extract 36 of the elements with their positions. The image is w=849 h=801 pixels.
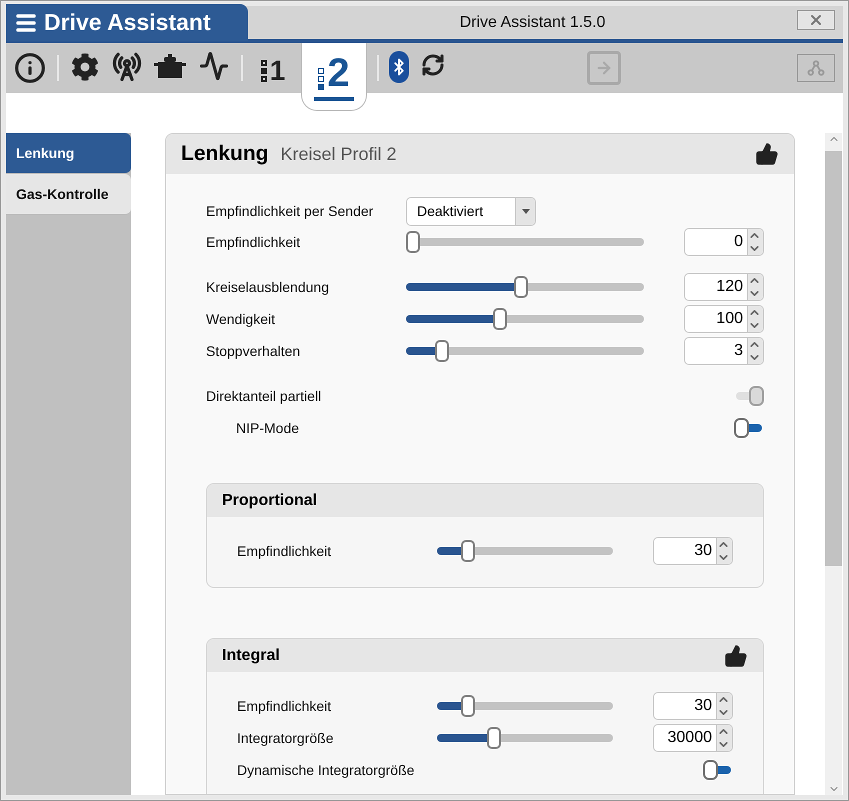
field-label: Wendigkeit [206,310,276,329]
panel-subtitle: Kreisel Profil 2 [280,142,398,166]
number-spinner[interactable]: 120 [684,273,764,301]
spinner-value: 30 [693,696,713,716]
field-label: Empfindlichkeit [237,542,332,561]
number-spinner[interactable]: 30 [653,692,733,720]
field-label: NIP-Mode [235,418,300,438]
number-spinner[interactable]: 30 [653,537,733,565]
number-spinner[interactable]: 100 [684,305,764,333]
profile-tab[interactable]: 2 [301,43,367,111]
sidebar-tab[interactable]: Lenkung [6,133,131,174]
number-spinner[interactable]: 30000 [653,724,733,752]
field-label: Empfindlichkeit per Sender [206,202,374,221]
window-title: Drive Assistant 1.5.0 [460,12,606,32]
group-title: Proportional [222,490,318,510]
sidebar-tab[interactable]: Gas-Kontrolle [6,174,131,215]
field-label: Kreiselausblendung [206,278,330,297]
panel-title: Lenkung [181,141,268,168]
spinner-value: 100 [715,309,744,329]
spinner-value: 30000 [666,728,713,748]
dropdown[interactable]: Deaktiviert [406,196,536,226]
field-label: Stoppverhalten [206,342,302,361]
spinner-value: 0 [733,232,744,252]
app-name: Drive Assistant [44,8,211,38]
field-label: Empfindlichkeit [206,232,302,252]
field-label: Dynamische Integratorgröße [237,760,414,780]
spinner-value: 3 [733,341,744,361]
group-title: Integral [222,646,280,666]
spinner-value: 120 [715,277,744,297]
profile-tab[interactable]: 1 [253,51,293,91]
field-label: Empfindlichkeit [237,696,332,716]
field-label: Direktanteil partiell [206,386,322,406]
field-label: Integratorgröße [237,728,334,748]
number-spinner[interactable]: 3 [684,337,764,365]
spinner-value: 30 [693,541,713,561]
number-spinner[interactable]: 0 [684,228,764,256]
